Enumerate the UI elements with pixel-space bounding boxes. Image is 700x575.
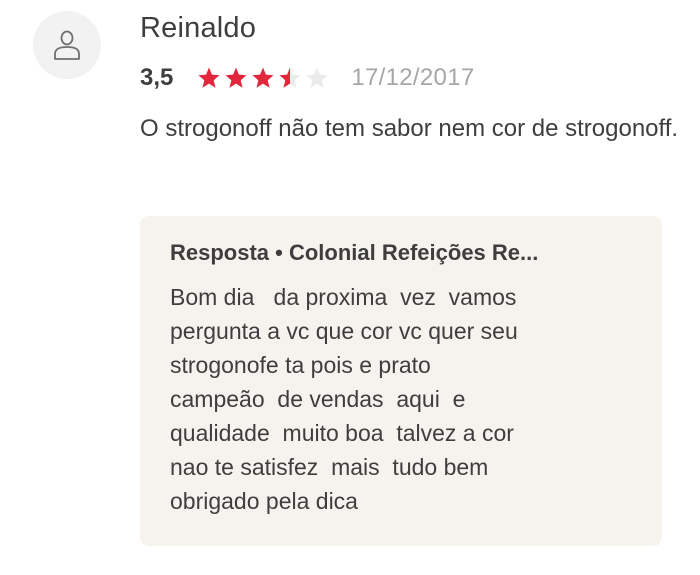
star-icon (225, 67, 247, 88)
reply-title: Resposta • Colonial Refeições Re... (170, 240, 539, 265)
star-rating (197, 66, 329, 90)
review-date: 17/12/2017 (351, 64, 475, 91)
avatar (33, 11, 101, 79)
star-icon (306, 67, 328, 88)
user-icon (54, 30, 80, 60)
review-author: Reinaldo (140, 12, 257, 44)
rating-row: 3,5 17/12/2017 (140, 60, 475, 96)
star-icon (198, 67, 220, 88)
owner-reply: Resposta • Colonial Refeições Re... Bom … (140, 216, 662, 546)
review-text: O strogonoff não tem sabor nem cor de st… (140, 115, 679, 142)
star-icon (279, 67, 301, 88)
reply-text: Bom dia da proxima vez vamos pergunta a … (170, 284, 518, 514)
rating-value: 3,5 (140, 64, 174, 91)
review-card: Reinaldo 3,5 17/12/2017 O strogonoff não… (0, 0, 700, 575)
star-icon (252, 67, 274, 88)
